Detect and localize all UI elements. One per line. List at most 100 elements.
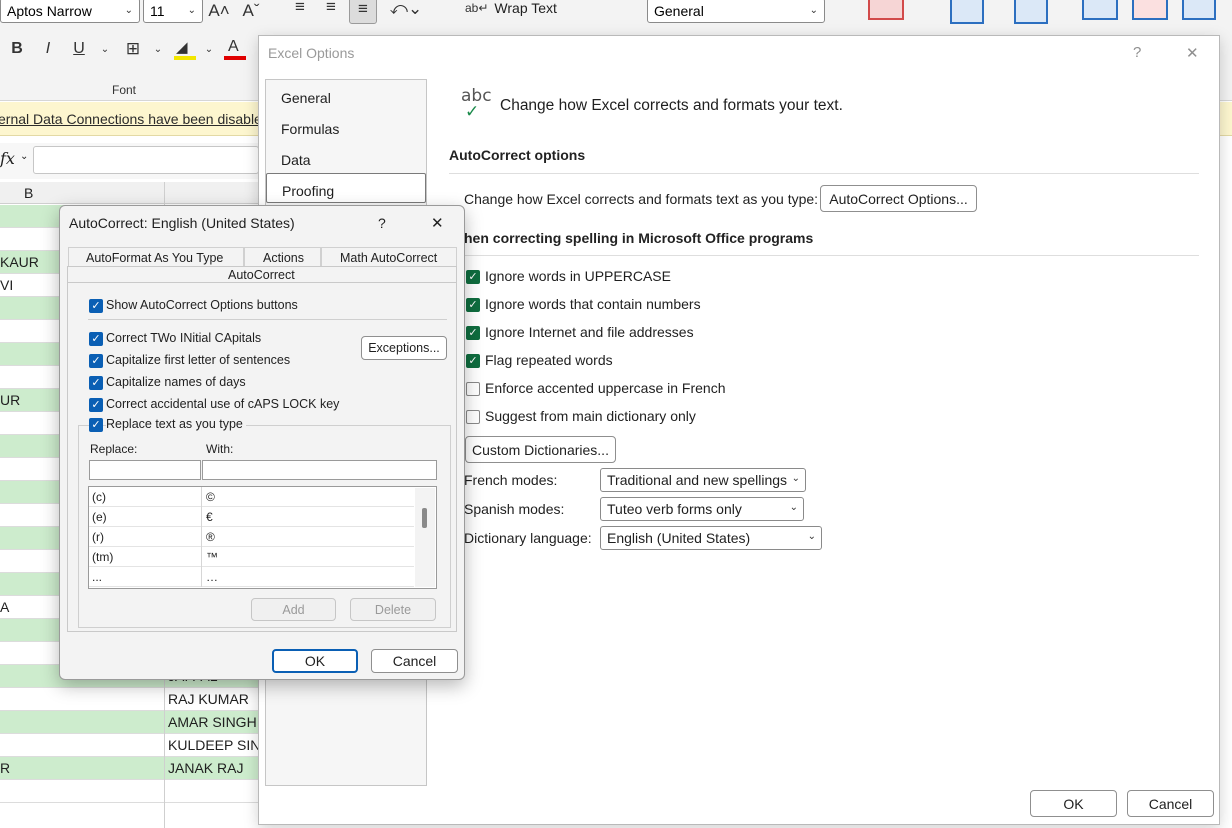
show-buttons-checkbox[interactable]: ✓: [89, 299, 103, 313]
autocorrect-option-checkbox[interactable]: ✓: [89, 376, 103, 390]
cancel-button[interactable]: Cancel: [1127, 790, 1214, 817]
with-cell: ™: [206, 550, 218, 564]
align-middle-button[interactable]: ≡: [318, 0, 344, 20]
dictionary-language-select[interactable]: English (United States) ⌄: [600, 526, 822, 550]
tab-actions[interactable]: Actions: [263, 251, 304, 265]
custom-dictionaries-button[interactable]: Custom Dictionaries...: [465, 436, 616, 463]
formula-input[interactable]: [33, 146, 259, 174]
list-scrollbar[interactable]: [415, 488, 435, 587]
table-row: RAJ KUMAR: [0, 688, 260, 711]
number-format-combo[interactable]: General ⌄: [647, 0, 825, 23]
checkmark-icon: ✓: [468, 326, 478, 339]
nav-item-general[interactable]: General: [266, 81, 426, 111]
italic-button[interactable]: I: [35, 36, 61, 62]
close-icon[interactable]: ✕: [431, 214, 444, 232]
align-bottom-button[interactable]: ≡: [349, 0, 377, 24]
font-color-button[interactable]: A: [224, 38, 246, 60]
list-item[interactable]: ...…: [89, 567, 414, 587]
spelling-option-checkbox[interactable]: ✓: [466, 270, 480, 284]
conditional-formatting-icon[interactable]: [868, 0, 904, 20]
borders-dropdown[interactable]: ⌄: [145, 36, 171, 62]
security-message-link[interactable]: ernal Data Connections have been disable…: [0, 111, 270, 127]
ok-button[interactable]: OK: [1030, 790, 1117, 817]
help-icon[interactable]: ?: [378, 215, 386, 231]
align-top-button[interactable]: ≡: [287, 0, 313, 20]
cell-a[interactable]: VI: [0, 277, 13, 293]
replace-text-checkbox[interactable]: ✓: [89, 418, 103, 432]
orientation-button[interactable]: ⤺⌄: [386, 0, 426, 22]
cell-a[interactable]: R: [0, 760, 10, 776]
abc-check-icon: abc ✓: [460, 86, 494, 122]
autocorrect-option-checkbox[interactable]: ✓: [89, 354, 103, 368]
format-cells-icon[interactable]: [1182, 0, 1216, 20]
bold-button[interactable]: B: [4, 36, 30, 62]
autocorrect-option-checkbox[interactable]: ✓: [89, 398, 103, 412]
column-divider: [201, 487, 202, 507]
exceptions-button[interactable]: Exceptions...: [361, 336, 447, 360]
chevron-down-icon: ⌄: [809, 5, 818, 16]
replacement-list[interactable]: (c) © (e) € (r) ® (tm) ™...…: [88, 486, 437, 589]
font-name-value: Aptos Narrow: [7, 2, 92, 19]
spelling-option-checkbox[interactable]: [466, 382, 480, 396]
french-modes-select[interactable]: Traditional and new spellings ⌄: [600, 468, 806, 492]
underline-dropdown[interactable]: ⌄: [92, 36, 118, 62]
borders-icon: ⊞: [125, 39, 141, 58]
shrink-font-button[interactable]: Aˇ: [238, 0, 264, 24]
insert-function-icon[interactable]: fx: [0, 149, 15, 168]
delete-button[interactable]: Delete: [350, 598, 436, 621]
ok-button[interactable]: OK: [272, 649, 358, 673]
cell-b[interactable]: JANAK RAJ: [168, 760, 243, 776]
autocorrect-option-label: Correct accidental use of cAPS LOCK key: [106, 397, 340, 411]
wrap-text-button[interactable]: ab↵ Wrap Text: [465, 0, 557, 16]
autocorrect-option-checkbox[interactable]: ✓: [89, 332, 103, 346]
add-button[interactable]: Add: [251, 598, 336, 621]
delete-cells-icon[interactable]: [1132, 0, 1168, 20]
cell-b[interactable]: KULDEEP SIN: [168, 737, 260, 753]
help-icon[interactable]: ?: [1133, 44, 1141, 61]
spanish-modes-select[interactable]: Tuteo verb forms only ⌄: [600, 497, 804, 521]
spelling-option-checkbox[interactable]: [466, 410, 480, 424]
scrollbar-thumb[interactable]: [422, 508, 427, 528]
tab-autocorrect[interactable]: AutoCorrect: [228, 268, 295, 282]
format-as-table-icon[interactable]: [950, 0, 984, 24]
table-row: R JANAK RAJ: [0, 757, 260, 780]
cell-styles-icon[interactable]: [1014, 0, 1048, 24]
font-name-combo[interactable]: Aptos Narrow ⌄: [0, 0, 140, 23]
list-item[interactable]: (c) ©: [89, 487, 414, 507]
autocorrect-options-button[interactable]: AutoCorrect Options...: [820, 185, 977, 212]
underline-button[interactable]: U: [66, 36, 92, 62]
column-divider: [201, 527, 202, 547]
replace-input[interactable]: [89, 460, 201, 480]
column-divider: [201, 507, 202, 527]
cell-a[interactable]: UR: [0, 392, 20, 408]
fill-color-button[interactable]: ◢: [174, 39, 196, 60]
nav-item-proofing[interactable]: Proofing: [266, 173, 426, 203]
tab-autoformat-as-you-type[interactable]: AutoFormat As You Type: [86, 251, 223, 265]
checkmark-icon: ✓: [91, 418, 101, 431]
cell-a[interactable]: A: [0, 599, 9, 615]
font-size-combo[interactable]: 11 ⌄: [143, 0, 203, 23]
cell-b[interactable]: RAJ KUMAR: [168, 691, 249, 707]
autocorrect-section-title: AutoCorrect options: [449, 147, 586, 163]
spelling-option-checkbox[interactable]: ✓: [466, 298, 480, 312]
cell-b[interactable]: AMAR SINGH: [168, 714, 257, 730]
dialog-title: Excel Options: [268, 45, 355, 61]
list-item[interactable]: (tm) ™: [89, 547, 414, 567]
close-icon[interactable]: ✕: [1186, 44, 1199, 62]
list-item[interactable]: (e) €: [89, 507, 414, 527]
grow-font-button[interactable]: A˄: [206, 0, 232, 24]
nav-item-formulas[interactable]: Formulas: [266, 112, 426, 142]
list-item[interactable]: (r) ®: [89, 527, 414, 547]
spelling-option-checkbox[interactable]: ✓: [466, 326, 480, 340]
autocorrect-option-label: Capitalize names of days: [106, 375, 246, 389]
cancel-button[interactable]: Cancel: [371, 649, 458, 673]
fill-color-dropdown[interactable]: ⌄: [196, 36, 222, 62]
tab-math-autocorrect[interactable]: Math AutoCorrect: [340, 251, 437, 265]
cell-a[interactable]: KAUR: [0, 254, 39, 270]
nav-item-data[interactable]: Data: [266, 143, 426, 173]
borders-button[interactable]: ⊞: [120, 36, 146, 62]
column-header-b[interactable]: B: [24, 185, 33, 201]
spelling-option-checkbox[interactable]: ✓: [466, 354, 480, 368]
with-input[interactable]: [202, 460, 437, 480]
insert-cells-icon[interactable]: [1082, 0, 1118, 20]
